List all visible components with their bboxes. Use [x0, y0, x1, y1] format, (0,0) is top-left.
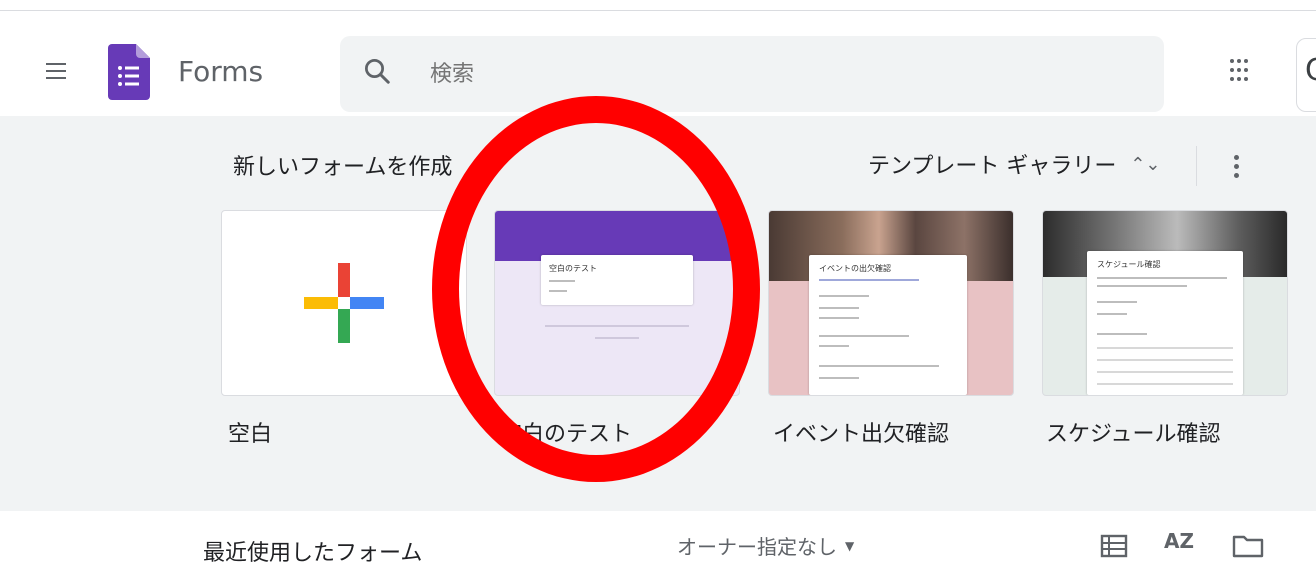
template-tile-event[interactable]: イベントの出欠確認 [768, 210, 1014, 396]
main-menu-button[interactable] [36, 51, 76, 91]
app-header: Forms C [0, 11, 1316, 115]
app-title[interactable]: Forms [178, 55, 263, 88]
template-label-blank[interactable]: 空白 [228, 416, 272, 448]
template-label-blank-quiz[interactable]: 空白のテスト [500, 416, 632, 448]
quiz-card-title: 空白のテスト [549, 264, 597, 273]
section-title: 新しいフォームを作成 [233, 155, 453, 180]
account-icon: C [1305, 53, 1316, 88]
schedule-preview-card: スケジュール確認 [1087, 251, 1243, 395]
unfold-icon: ⌃⌄ [1130, 153, 1161, 175]
top-border [0, 0, 1316, 11]
list-view-icon[interactable] [1100, 534, 1128, 558]
template-tile-schedule[interactable]: スケジュール確認 [1042, 210, 1288, 396]
recent-forms-section: 最近使用したフォーム オーナー指定なし ▼ AZ [0, 511, 1316, 573]
owner-filter-label: オーナー指定なし [677, 535, 837, 559]
template-tile-blank[interactable] [221, 210, 467, 396]
event-preview-card: イベントの出欠確認 [809, 255, 967, 395]
event-card-title: イベントの出欠確認 [819, 264, 891, 273]
apps-grid-icon[interactable] [1230, 59, 1254, 83]
menu-icon [46, 70, 66, 72]
more-options-icon[interactable] [1224, 146, 1248, 186]
template-label-schedule[interactable]: スケジュール確認 [1046, 416, 1220, 448]
account-button[interactable]: C [1296, 38, 1316, 112]
template-label-event[interactable]: イベント出欠確認 [773, 416, 949, 448]
recent-forms-title: 最近使用したフォーム [203, 541, 423, 566]
plus-icon [304, 263, 384, 343]
quiz-preview-card: 空白のテスト [541, 255, 693, 305]
sort-az-icon[interactable]: AZ [1164, 529, 1194, 553]
quiz-header-band [495, 211, 739, 261]
caret-down-icon: ▼ [845, 538, 855, 553]
search-icon[interactable] [362, 56, 392, 86]
template-gallery-label: テンプレート ギャラリー [868, 154, 1117, 179]
schedule-card-title: スケジュール確認 [1097, 260, 1161, 269]
template-gallery-button[interactable]: テンプレート ギャラリー ⌃⌄ [868, 149, 1161, 180]
forms-logo-icon[interactable] [108, 44, 150, 100]
divider [1196, 146, 1197, 186]
folder-icon[interactable] [1232, 534, 1264, 558]
search-bar[interactable] [340, 36, 1164, 112]
search-input[interactable] [428, 50, 1032, 98]
template-tile-blank-quiz[interactable]: 空白のテスト [494, 210, 740, 396]
owner-filter-dropdown[interactable]: オーナー指定なし ▼ [677, 531, 854, 560]
new-form-section: 新しいフォームを作成 テンプレート ギャラリー ⌃⌄ 空白 空白のテスト 空白の… [0, 116, 1316, 511]
